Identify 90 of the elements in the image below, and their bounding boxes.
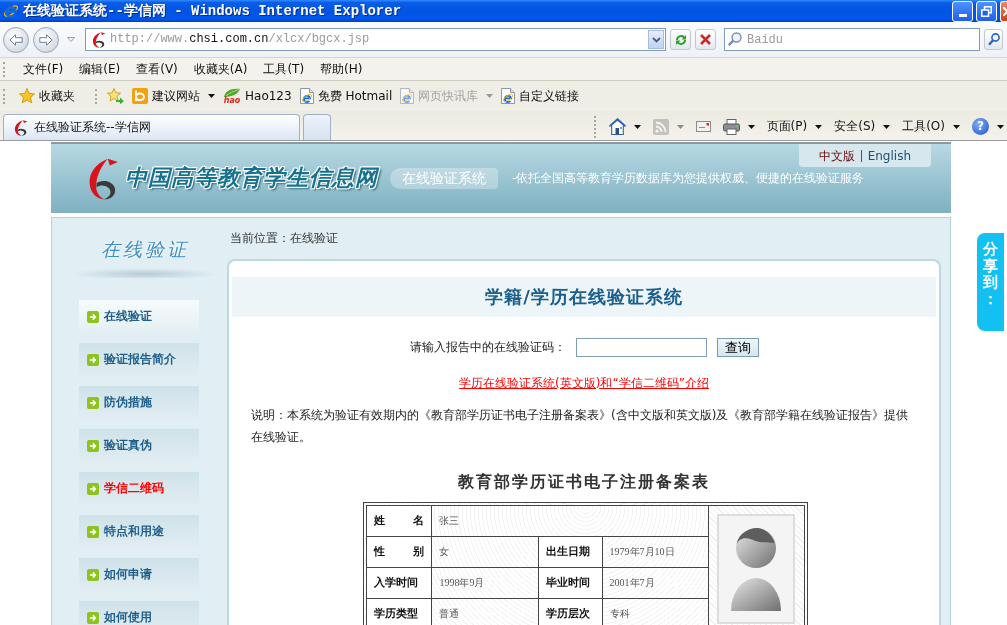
arrow-square-icon [87, 525, 99, 538]
history-dropdown-button[interactable] [67, 37, 75, 42]
field-label: 性 别 [367, 536, 433, 568]
arrow-square-icon [87, 568, 99, 581]
field-label: 学历类型 [367, 598, 433, 625]
breadcrumb-text: 当前位置：在线验证 [229, 230, 339, 245]
search-button[interactable] [984, 29, 1003, 50]
logo-text: hao [223, 96, 241, 105]
house-icon [608, 118, 626, 135]
panel-title: 学籍/学历在线验证系统 [232, 277, 936, 317]
favorites-link[interactable]: hao Hao123 [219, 84, 296, 108]
browser-tab[interactable]: 在线验证系统--学信网 [3, 114, 300, 140]
forward-button[interactable] [33, 26, 59, 53]
printer-icon [722, 118, 740, 135]
circular-arrows-icon [673, 32, 688, 47]
arrow-square-icon [87, 396, 99, 409]
field-value: 张三 [432, 505, 710, 537]
minimize-button[interactable] [952, 0, 973, 22]
menu-item[interactable]: 编辑(E) [71, 59, 129, 79]
stop-button[interactable] [695, 29, 716, 50]
close-icon [1003, 6, 1007, 16]
field-label: 毕业时间 [539, 567, 603, 599]
slogan-text: -依托全国高等教育学历数据库为您提供权威、便捷的在线验证服务 [512, 171, 865, 186]
certificate-title: 教育部学历证书电子注册备案表 [457, 472, 711, 492]
arrow-square-icon [87, 353, 99, 366]
intro-link[interactable]: 学历在线验证系统(英文版)和“学信二维码”介绍 [459, 376, 709, 390]
system-name-tag: 在线验证系统 [390, 168, 498, 189]
swoosh-logo-icon [12, 119, 28, 136]
restore-button[interactable] [976, 0, 997, 22]
field-label: 学历层次 [539, 598, 603, 625]
favorites-link[interactable]: 自定义链接 [497, 84, 584, 108]
star-arrow-icon [107, 88, 124, 104]
swoosh-logo-icon [90, 31, 106, 48]
x-mark-icon [700, 34, 711, 45]
site-logo-text: 中国高等教育学生信息网 [125, 165, 378, 192]
command-menu-button[interactable]: 工具(O) [899, 114, 963, 139]
code-label: 请输入报告中的在线验证码： [409, 340, 566, 355]
leaf-icon [223, 87, 241, 97]
minimize-icon [958, 13, 967, 17]
search-field[interactable]: Baidu [724, 28, 980, 51]
menu-item[interactable]: 收藏夹(A) [185, 59, 256, 79]
menu-item[interactable]: 文件(F) [15, 59, 72, 79]
field-value: 2001年7月 [602, 567, 710, 599]
favorites-button[interactable]: 收藏夹 [15, 84, 79, 108]
search-icon [728, 32, 742, 46]
arrow-right-icon [39, 33, 53, 46]
menu-item[interactable]: 查看(V) [128, 59, 186, 79]
field-label: 出生日期 [539, 536, 603, 568]
arrow-left-icon [9, 33, 23, 46]
note-text: 说明：本系统为验证有效期内的《教育部学历证书电子注册备案表》(含中文版和英文版)及《教育部学籍在线验证报告》提供在线验证。 [251, 407, 910, 447]
window-title: 在线验证系统--学信网 - Windows Internet Explorer [23, 2, 402, 20]
search-icon [987, 33, 1000, 46]
arrow-square-icon [87, 611, 99, 624]
query-button[interactable]: 查询 [716, 338, 759, 357]
new-tab-button[interactable] [303, 114, 331, 140]
code-input-field[interactable] [575, 338, 707, 357]
field-value: 1979年7月10日 [602, 536, 710, 568]
b-logo-icon [132, 88, 148, 104]
feed-icon [652, 118, 669, 135]
menu-item[interactable]: 帮助(H) [312, 59, 371, 79]
favorites-link[interactable]: 免费 Hotmail [295, 84, 397, 108]
arrow-square-icon [87, 310, 99, 323]
sidebar-item[interactable]: 在线验证 [79, 300, 199, 333]
language-link[interactable]: English [860, 149, 917, 162]
address-dropdown-button[interactable] [648, 30, 664, 49]
refresh-button[interactable] [670, 29, 691, 50]
arrow-square-icon [87, 439, 99, 452]
document-logo-icon [400, 88, 415, 104]
field-label: 姓 名 [367, 505, 433, 537]
url-text[interactable]: http://www.chsi.com.cn/xlcx/bgcx.jsp [110, 32, 644, 47]
address-field[interactable]: http://www.chsi.com.cn/xlcx/bgcx.jsp [85, 28, 666, 51]
field-value: 专科 [602, 598, 710, 625]
back-button[interactable] [3, 26, 29, 53]
favorites-link[interactable]: 建议网站 [128, 84, 219, 108]
document-logo-icon [299, 88, 314, 104]
document-logo-icon [501, 88, 516, 104]
field-label: 入学时间 [367, 567, 433, 599]
envelope-icon [695, 121, 711, 132]
command-menu-button[interactable]: 页面(P) [763, 114, 826, 139]
star-icon [19, 88, 35, 104]
caret-icon [67, 37, 75, 42]
menu-item[interactable]: 工具(T) [255, 59, 313, 79]
sidebar-item[interactable]: 如何使用 [79, 601, 199, 625]
language-link[interactable]: 中文版 [812, 149, 861, 162]
chevron-down-icon [651, 36, 661, 43]
e-logo-icon [3, 3, 19, 19]
close-button[interactable] [1000, 0, 1007, 22]
command-menu-button[interactable]: 安全(S) [831, 114, 894, 139]
arrow-square-icon [87, 482, 99, 495]
restore-icon [981, 5, 992, 17]
